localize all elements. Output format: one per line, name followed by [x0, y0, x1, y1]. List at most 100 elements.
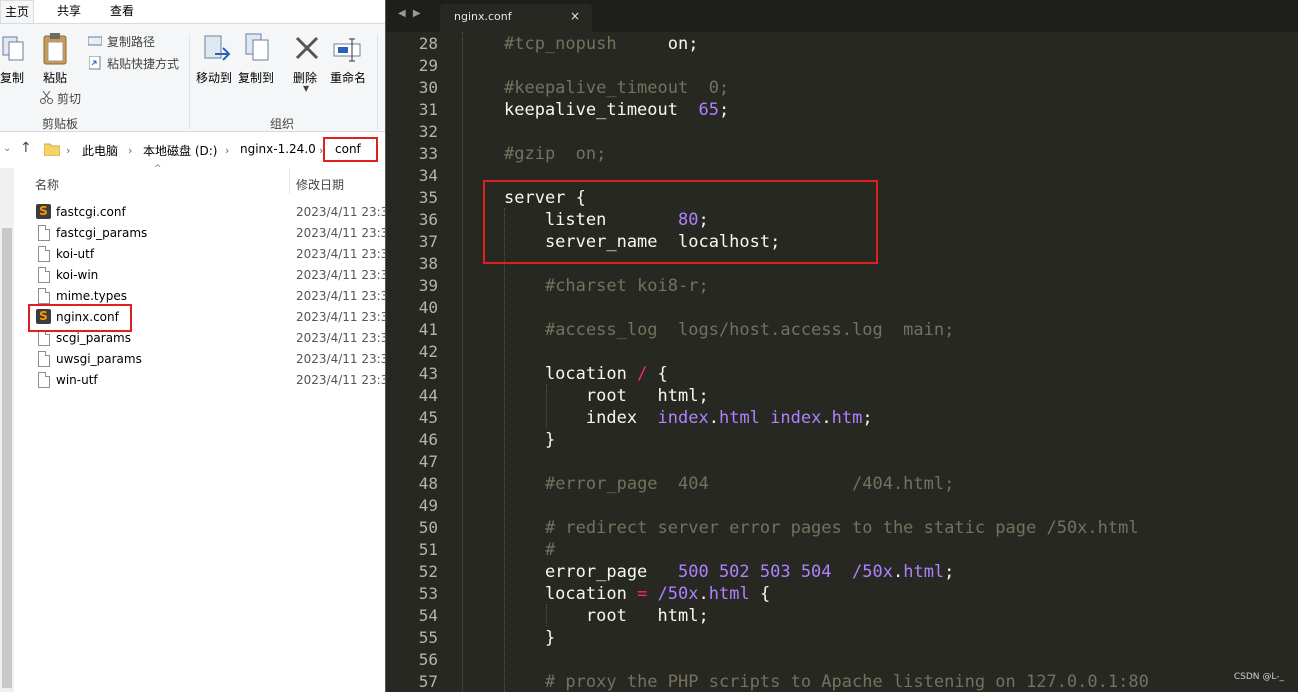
code-line[interactable]: #gzip on; — [504, 143, 606, 165]
line-number: 30 — [418, 78, 438, 97]
nav-pane-scrollbar[interactable] — [0, 168, 14, 692]
line-number: 36 — [418, 210, 438, 229]
file-row[interactable]: Sfastcgi.conf 2023/4/11 23:31 — [30, 202, 385, 223]
tab-home[interactable]: 主页 — [0, 0, 35, 24]
rename-button[interactable]: 重命名 — [330, 69, 366, 86]
paste-icon[interactable] — [42, 32, 70, 66]
code-line[interactable]: #error_page 404 /404.html; — [504, 473, 954, 495]
code-line[interactable]: keepalive_timeout 65; — [504, 99, 729, 121]
cut-button[interactable]: 剪切 — [57, 90, 81, 107]
code-token: /50x — [852, 562, 893, 582]
code-token: error_page — [504, 562, 678, 582]
scrollbar-thumb[interactable] — [2, 228, 12, 688]
column-header-name[interactable]: 名称 — [35, 176, 59, 193]
code-token: } — [504, 430, 556, 450]
code-token: #gzip on; — [504, 144, 607, 164]
line-number: 56 — [418, 650, 438, 669]
code-token: ; — [862, 408, 873, 428]
file-date: 2023/4/11 23:31 — [296, 268, 385, 282]
tab-nginx-conf[interactable]: nginx.conf × — [440, 4, 592, 32]
tab-share[interactable]: 共享 — [57, 0, 81, 24]
code-line[interactable]: #keepalive_timeout 0; — [504, 77, 729, 99]
file-row[interactable]: koi-win 2023/4/11 23:31 — [30, 265, 385, 286]
code-token: #tcp_nopush — [504, 34, 668, 54]
file-icon — [38, 246, 50, 262]
chevron-down-icon[interactable]: ▼ — [303, 84, 309, 93]
code-token: / — [637, 364, 648, 384]
code-token: root html; — [504, 386, 709, 406]
code-line[interactable]: # proxy the PHP scripts to Apache listen… — [504, 671, 1149, 692]
ribbon-divider — [377, 34, 378, 130]
code-token: { — [749, 584, 771, 604]
code-line[interactable]: root html; — [504, 605, 709, 627]
code-token: # proxy the PHP scripts to Apache listen… — [544, 672, 1149, 692]
line-number: 29 — [418, 56, 438, 75]
paste-shortcut-button[interactable]: 粘贴快捷方式 — [107, 55, 179, 72]
code-token: . — [821, 408, 832, 428]
code-line[interactable]: root html; — [504, 385, 709, 407]
move-to-icon[interactable] — [203, 34, 231, 66]
line-number: 42 — [418, 342, 438, 361]
column-divider[interactable] — [289, 168, 290, 194]
column-header-date-modified[interactable]: 修改日期 — [296, 176, 344, 193]
sort-ascending-icon: ^ — [154, 164, 162, 174]
copy-to-icon[interactable] — [244, 32, 272, 66]
clipboard-group-label: 剪贴板 — [42, 117, 79, 131]
file-row[interactable]: koi-utf 2023/4/11 23:31 — [30, 244, 385, 265]
code-token: } — [504, 628, 556, 648]
code-line[interactable]: index index.html index.htm; — [504, 407, 873, 429]
up-arrow-icon[interactable]: ↑ — [20, 140, 32, 156]
file-row[interactable]: win-utf 2023/4/11 23:31 — [30, 370, 385, 391]
rename-icon[interactable] — [332, 36, 364, 62]
breadcrumb-this-pc[interactable]: 此电脑 — [82, 142, 118, 159]
line-number: 49 — [418, 496, 438, 515]
move-to-button[interactable]: 移动到 — [196, 69, 232, 86]
line-number: 37 — [418, 232, 438, 251]
code-token: #access_log logs/host.access.log main; — [544, 320, 955, 340]
code-token: html — [718, 408, 760, 428]
tab-view[interactable]: 查看 — [110, 0, 134, 24]
copy-path-button[interactable]: 复制路径 — [107, 33, 155, 50]
tab-nav-arrows-icon[interactable]: ◀ ▶ — [398, 8, 423, 19]
code-line[interactable]: # redirect server error pages to the sta… — [504, 517, 1139, 539]
close-icon[interactable]: × — [570, 9, 580, 23]
code-line[interactable]: #tcp_nopush on; — [504, 33, 698, 55]
delete-x-icon[interactable] — [293, 34, 321, 64]
line-number: 50 — [418, 518, 438, 537]
code-line[interactable]: } — [504, 627, 555, 649]
code-line[interactable]: #charset koi8-r; — [504, 275, 709, 297]
code-line[interactable]: } — [504, 429, 555, 451]
breadcrumb-drive-d[interactable]: 本地磁盘 (D:) — [143, 142, 217, 159]
code-line[interactable]: #access_log logs/host.access.log main; — [504, 319, 954, 341]
code-line[interactable]: # — [504, 539, 555, 561]
breadcrumb-separator-icon: › — [128, 144, 133, 157]
line-number: 54 — [418, 606, 438, 625]
code-token: keepalive_timeout — [504, 100, 699, 120]
code-area[interactable]: #tcp_nopush on; #keepalive_timeout 0; keep… — [462, 32, 1298, 692]
breadcrumb-nginx[interactable]: nginx-1.24.0 — [240, 142, 316, 156]
copy-button[interactable]: 复制 — [0, 69, 24, 86]
code-line[interactable]: error_page 500 502 503 504 /50x.html; — [504, 561, 954, 583]
line-number: 41 — [418, 320, 438, 339]
line-number: 35 — [418, 188, 438, 207]
recent-chevron-icon[interactable]: ⌄ — [3, 143, 11, 154]
paste-button[interactable]: 粘贴 — [43, 69, 67, 86]
code-line[interactable]: location = /50x.html { — [504, 583, 770, 605]
line-number: 48 — [418, 474, 438, 493]
line-number: 32 — [418, 122, 438, 141]
copy-to-button[interactable]: 复制到 — [238, 69, 274, 86]
code-line[interactable]: location / { — [504, 363, 668, 385]
file-name: win-utf — [56, 373, 98, 387]
file-row[interactable]: fastcgi_params 2023/4/11 23:31 — [30, 223, 385, 244]
code-token: on; — [667, 34, 699, 54]
file-date: 2023/4/11 23:31 — [296, 226, 385, 240]
file-row[interactable]: uwsgi_params 2023/4/11 23:31 — [30, 349, 385, 370]
editor-tab-bar: ◀ ▶ nginx.conf × — [386, 0, 1298, 32]
copy-icon[interactable] — [2, 36, 24, 62]
file-explorer-window: 主页 共享 查看 复制 粘贴 复制路径 粘贴快捷方式 剪切 剪贴板 移动到 复制… — [0, 0, 385, 692]
